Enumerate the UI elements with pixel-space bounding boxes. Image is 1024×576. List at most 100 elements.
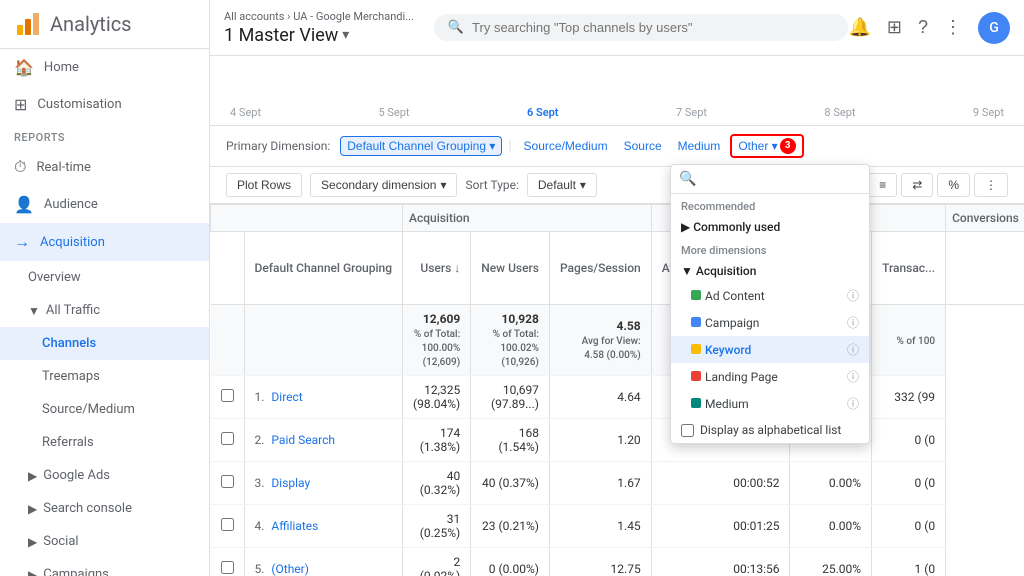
sidebar-item-audience[interactable]: 👤 Audience (0, 186, 209, 223)
help-button[interactable]: ? (918, 17, 928, 38)
chart-date-4: 8 Sept (824, 106, 855, 119)
row2-checkbox[interactable] (211, 419, 245, 462)
more-button[interactable]: ⋮ (944, 17, 962, 38)
row2-link[interactable]: Paid Search (271, 433, 335, 447)
alphabetical-checkbox-row[interactable]: Display as alphabetical list (671, 417, 869, 443)
chart-date-5: 9 Sept (973, 106, 1004, 119)
sidebar-item-alltraffic[interactable]: ▼ All Traffic (0, 294, 209, 327)
sidebar-item-campaigns[interactable]: ▶ Campaigns (0, 558, 209, 576)
row5-link[interactable]: (Other) (271, 562, 309, 576)
dropdown-item-keyword[interactable]: Keyword ⓘ (671, 336, 869, 363)
totals-label (244, 305, 403, 376)
totals-checkbox-cell (211, 305, 245, 376)
campaigns-expand-icon: ▶ (28, 568, 37, 576)
row3-link[interactable]: Display (271, 476, 310, 490)
row1-checkbox[interactable] (211, 376, 245, 419)
ad-content-color (691, 290, 701, 300)
dropdown-item-adcontent[interactable]: Ad Content ⓘ (671, 282, 869, 309)
acquisition-icon: → (14, 232, 30, 252)
sidebar-item-realtime[interactable]: ⏱ Real-time (0, 148, 209, 186)
totals-row: 12,609 % of Total: 100.00% (12,609) 10,9… (211, 305, 1024, 376)
bar-view-button[interactable]: ≡ (868, 173, 897, 197)
row5-checkbox[interactable] (211, 548, 245, 576)
sidebar-item-overview[interactable]: Overview (0, 261, 209, 294)
controls-bar: Plot Rows Secondary dimension ▾ Sort Typ… (210, 167, 1024, 204)
dropdown-item-medium[interactable]: Medium ⓘ (671, 390, 869, 417)
sidebar-item-customisation[interactable]: ⊞ Customisation (0, 86, 209, 123)
medium-button[interactable]: Medium (672, 137, 727, 155)
row4-new-users: 23 (0.21%) (471, 505, 550, 548)
sidebar-item-sourcemedium[interactable]: Source/Medium (0, 393, 209, 426)
notifications-button[interactable]: 🔔 (848, 17, 870, 38)
dropdown-search-bar[interactable]: 🔍 (671, 165, 869, 194)
default-grouping-button[interactable]: Default Channel Grouping ▾ (340, 136, 502, 156)
alphabetical-checkbox[interactable] (681, 424, 694, 437)
dimension-header[interactable]: Default Channel Grouping (244, 232, 403, 305)
row3-checkbox[interactable] (211, 462, 245, 505)
medium-info-icon: ⓘ (847, 395, 859, 412)
sidebar-item-channels[interactable]: Channels (0, 327, 209, 360)
row1-transactions: 332 (99 (872, 376, 946, 419)
user-avatar[interactable]: G (978, 12, 1010, 44)
source-medium-button[interactable]: Source/Medium (518, 137, 614, 155)
acquisition-group-title[interactable]: ▼ Acquisition (671, 260, 869, 282)
chart-dates: 4 Sept 5 Sept 6 Sept 7 Sept 8 Sept 9 Sep… (230, 106, 1004, 125)
percent-button[interactable]: % (937, 173, 970, 197)
row5-transactions: 1 (0 (872, 548, 946, 576)
sidebar-item-treemaps[interactable]: Treemaps (0, 360, 209, 393)
row3-label: 3. Display (244, 462, 403, 505)
search-icon: 🔍 (448, 20, 464, 35)
table-row: 4. Affiliates 31 (0.25%) 23 (0.21%) 1.45… (211, 505, 1024, 548)
source-button[interactable]: Source (618, 137, 668, 155)
dimension-dropdown: 🔍 Recommended ▶ Commonly used More dimen… (670, 164, 870, 444)
apps-button[interactable]: ⊞ (887, 17, 902, 38)
sidebar-item-home[interactable]: 🏠 Home (0, 49, 209, 86)
sort-type-label: Sort Type: (465, 178, 518, 192)
more-options-button[interactable]: ⋮ (974, 173, 1008, 197)
dropdown-search-input[interactable] (700, 172, 861, 187)
pages-session-header[interactable]: Pages/Session (549, 232, 651, 305)
row5-avg-session: 00:13:56 (651, 548, 790, 576)
row4-checkbox[interactable] (211, 505, 245, 548)
new-users-header[interactable]: New Users (471, 232, 550, 305)
dimensions-bar: Primary Dimension: Default Channel Group… (210, 126, 1024, 167)
search-input[interactable] (472, 20, 834, 35)
dropdown-item-landingpage[interactable]: Landing Page ⓘ (671, 363, 869, 390)
row4-link[interactable]: Affiliates (271, 519, 318, 533)
totals-new-users: 10,928 % of Total: 100.02% (10,926) (471, 305, 550, 376)
totals-pages-session: 4.58 Avg for View: 4.58 (0.00%) (549, 305, 651, 376)
sidebar-item-social[interactable]: ▶ Social (0, 525, 209, 558)
secondary-dimension-button[interactable]: Secondary dimension ▾ (310, 173, 457, 197)
medium-color (691, 398, 701, 408)
totals-users: 12,609 % of Total: 100.00% (12,609) (403, 305, 471, 376)
sidebar-navigation: 🏠 Home ⊞ Customisation REPORTS ⏱ Real-ti… (0, 49, 209, 576)
campaign-color (691, 317, 701, 327)
transactions-header[interactable]: Transac... (872, 232, 946, 305)
data-table-wrapper: Acquisition Behavior Conversions E-comm.… (210, 204, 1024, 576)
sort-default-button[interactable]: Default ▾ (527, 173, 597, 197)
row1-users: 12,325 (98.04%) (403, 376, 471, 419)
totals-transactions: % of 100 (872, 305, 946, 376)
sidebar-item-searchconsole[interactable]: ▶ Search console (0, 492, 209, 525)
other-button[interactable]: Other ▾ 3 (730, 134, 803, 158)
global-search[interactable]: 🔍 (434, 14, 849, 41)
row1-link[interactable]: Direct (271, 390, 302, 404)
sidebar-item-googleads[interactable]: ▶ Google Ads (0, 459, 209, 492)
primary-dimension-label: Primary Dimension: (226, 139, 330, 153)
chart-area: 4 Sept 5 Sept 6 Sept 7 Sept 8 Sept 9 Sep… (210, 56, 1024, 126)
dropdown-item-campaign[interactable]: Campaign ⓘ (671, 309, 869, 336)
sidebar-item-referrals[interactable]: Referrals (0, 426, 209, 459)
master-view-title[interactable]: 1 Master View ▾ (224, 25, 414, 46)
commonly-used-group[interactable]: ▶ Commonly used (671, 216, 869, 238)
compare-button[interactable]: ⇄ (901, 173, 933, 197)
topbar-actions: 🔔 ⊞ ? ⋮ G (848, 12, 1010, 44)
row4-users: 31 (0.25%) (403, 505, 471, 548)
breadcrumb: All accounts › UA - Google Merchandi... (224, 10, 414, 23)
chart-date-3: 7 Sept (676, 106, 707, 119)
plot-rows-button[interactable]: Plot Rows (226, 173, 302, 197)
sidebar: Analytics 🏠 Home ⊞ Customisation REPORTS… (0, 0, 210, 576)
sidebar-item-acquisition[interactable]: → Acquisition (0, 223, 209, 261)
row4-pages-session: 1.45 (549, 505, 651, 548)
users-header[interactable]: Users ↓ (403, 232, 471, 305)
home-icon: 🏠 (14, 58, 34, 77)
